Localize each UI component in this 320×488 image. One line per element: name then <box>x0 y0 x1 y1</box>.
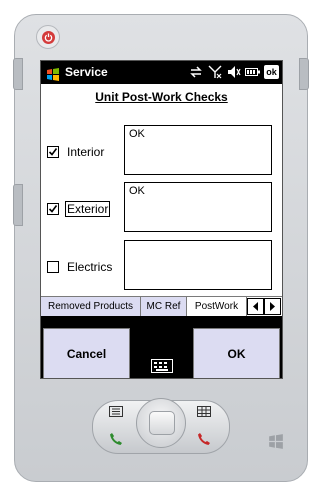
tab-postwork[interactable]: PostWork <box>187 297 247 316</box>
windows-start-icon[interactable] <box>46 66 60 81</box>
windows-logo-icon <box>268 434 284 453</box>
side-button-left-bottom[interactable] <box>13 184 23 226</box>
tab-scroll-left-button[interactable] <box>247 298 264 315</box>
electrics-notes-field[interactable] <box>124 240 272 290</box>
tab-scroll-right-button[interactable] <box>264 298 281 315</box>
arrow-right-icon <box>270 302 275 311</box>
side-button-left-top[interactable] <box>13 58 23 90</box>
checkbox-exterior[interactable]: Exterior <box>47 200 111 218</box>
no-signal-icon[interactable] <box>207 64 222 80</box>
power-button[interactable] <box>36 25 60 49</box>
ok-softkey-button[interactable]: OK <box>193 328 280 378</box>
checkbox-label: Interior <box>67 145 105 159</box>
hardware-buttons <box>92 396 230 458</box>
checkbox-interior[interactable]: Interior <box>47 143 106 161</box>
page-title: Unit Post-Work Checks <box>95 90 228 104</box>
exterior-notes-field[interactable]: OK <box>124 182 272 232</box>
interior-notes-field[interactable]: OK <box>124 125 272 175</box>
checkbox-electrics[interactable]: Electrics <box>47 258 114 276</box>
tab-mc-ref[interactable]: MC Ref <box>141 297 187 316</box>
status-bar: Service ok <box>41 61 282 84</box>
arrow-left-icon <box>253 302 258 311</box>
tab-bar: Removed Products MC Ref PostWork <box>41 296 282 317</box>
ok-button[interactable]: ok <box>264 65 279 79</box>
volume-muted-icon[interactable] <box>226 64 241 80</box>
cancel-button[interactable]: Cancel <box>43 328 130 378</box>
softkey-bar: Cancel OK <box>41 316 282 378</box>
checkbox-label: Electrics <box>67 260 113 274</box>
power-icon <box>41 30 55 44</box>
checkbox-box[interactable] <box>47 146 59 158</box>
tab-removed-products[interactable]: Removed Products <box>41 297 141 316</box>
form-content: Unit Post-Work Checks Interior OK Exteri… <box>41 84 282 296</box>
side-button-right[interactable] <box>299 58 309 90</box>
checkbox-box[interactable] <box>47 203 59 215</box>
end-call-red-icon[interactable] <box>192 430 216 448</box>
device-screen: Service ok Unit Post-Work Checks Interio… <box>40 60 283 379</box>
app-title: Service <box>65 65 108 79</box>
call-green-icon[interactable] <box>104 430 128 448</box>
right-menu-hw-icon[interactable] <box>192 402 216 420</box>
checkbox-box[interactable] <box>47 261 59 273</box>
sync-arrows-icon[interactable] <box>188 64 203 80</box>
dpad-center-button[interactable] <box>149 411 175 435</box>
checkbox-label: Exterior <box>65 201 111 217</box>
keyboard-icon[interactable] <box>137 354 186 378</box>
left-menu-hw-icon[interactable] <box>104 402 128 420</box>
battery-icon[interactable] <box>245 64 260 80</box>
dpad-navigation[interactable] <box>136 398 186 448</box>
